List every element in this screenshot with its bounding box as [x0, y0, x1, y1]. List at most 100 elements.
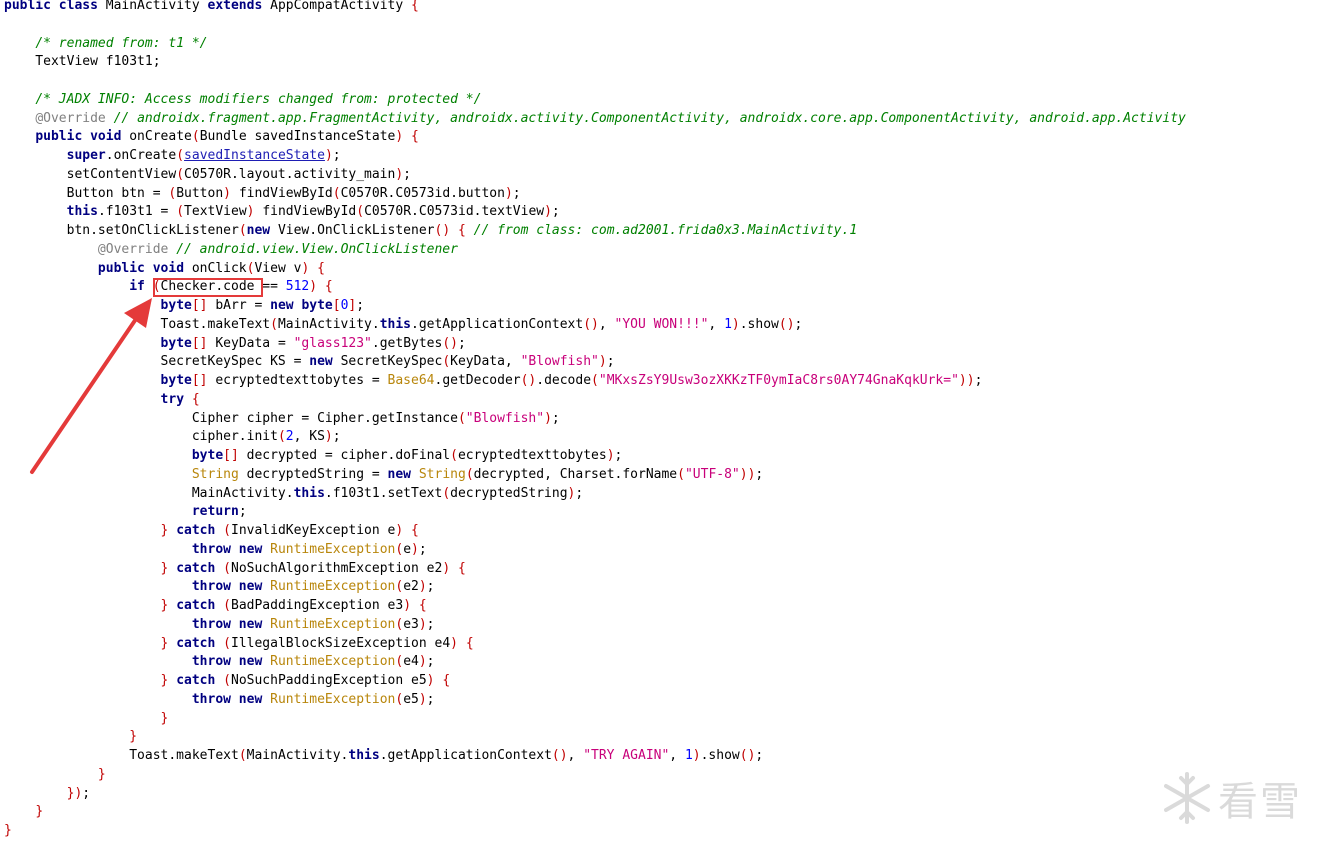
code-token: ) [450, 635, 458, 651]
code-token: ( [223, 673, 231, 688]
code-token: ; [614, 448, 623, 463]
code-token: View v [254, 260, 302, 276]
code-line: try { [4, 391, 1186, 410]
code-token: BadPaddingException e3 [231, 598, 404, 613]
code-token: { [457, 223, 466, 238]
code-token: RuntimeException [270, 616, 396, 632]
code-token: ; [606, 354, 615, 370]
code-token: ) [395, 166, 404, 182]
code-line: public class MainActivity extends AppCom… [4, 0, 1186, 16]
snowflake-icon [1164, 772, 1210, 824]
code-token: throw new [191, 579, 271, 595]
code-token: .getDecoder [434, 373, 521, 388]
code-token: ; [426, 691, 435, 707]
code-token: ( [442, 354, 451, 370]
code-token: @Override [35, 110, 114, 126]
code-token: ) [598, 354, 607, 370]
code-line: } catch (BadPaddingException e3) { [4, 597, 1186, 616]
code-token: "Blowfish" [520, 354, 599, 370]
code-token: ecryptedtexttobytes = [207, 373, 388, 388]
code-token: SecretKeySpec KS = [4, 354, 310, 370]
code-token: RuntimeException [270, 541, 396, 557]
code-token: try [160, 391, 192, 407]
code-token: return [191, 504, 239, 520]
code-token: ( [457, 410, 466, 426]
code-token: , [567, 748, 584, 763]
code-token: e3 [403, 616, 419, 632]
code-token: cipher.init [4, 429, 278, 445]
code-token: ) [403, 598, 412, 613]
code-token: ) [426, 673, 435, 688]
code-line: btn.setOnClickListener(new View.OnClickL… [4, 222, 1186, 241]
code-token: this [379, 316, 411, 332]
code-line: public void onCreate(Bundle savedInstanc… [4, 128, 1186, 147]
code-line: return; [4, 503, 1186, 522]
code-token: MainActivity [105, 0, 208, 13]
code-token: savedInstanceState [184, 148, 325, 163]
code-token: catch [176, 560, 224, 576]
code-line: Cipher cipher = Cipher.getInstance("Blow… [4, 410, 1186, 429]
code-token: ) [246, 204, 255, 220]
code-token: ; [356, 298, 365, 313]
code-token: RuntimeException [270, 691, 396, 707]
code-line: String decryptedString = new String(decr… [4, 466, 1186, 485]
code-line: } [4, 710, 1186, 729]
code-token: ; [551, 410, 560, 426]
code-token: catch [176, 598, 224, 613]
code-token: @Override [97, 241, 177, 257]
code-token: ) [418, 691, 427, 707]
code-token: } [97, 766, 106, 782]
code-token: RuntimeException [270, 654, 396, 670]
code-token: } [129, 729, 138, 745]
code-token: "YOU WON!!!" [614, 316, 709, 332]
code-token: ( [176, 204, 185, 220]
code-token: this [66, 204, 98, 220]
code-line: } [4, 822, 1186, 841]
code-token: "TRY AGAIN" [583, 748, 670, 763]
code-token: e5 [403, 691, 419, 707]
code-token: KeyData, [450, 354, 521, 370]
code-line: throw new RuntimeException(e2); [4, 578, 1186, 597]
highlight-box [153, 278, 263, 297]
code-token: 1 [724, 316, 732, 332]
code-token: , [708, 316, 725, 332]
code-token: catch [176, 673, 224, 688]
code-token: Button btn = [4, 185, 169, 201]
code-token: ( [223, 635, 231, 651]
code-token: Toast.makeText [4, 748, 239, 763]
code-token: onClick [191, 260, 247, 276]
code-token: ; [426, 616, 435, 632]
code-token: { [418, 598, 427, 613]
code-line: Toast.makeText(MainActivity.this.getAppl… [4, 747, 1186, 766]
code-token: C0570R.layout.activity_main [184, 166, 396, 182]
code-token: ) [692, 748, 701, 763]
code-token: ( [223, 523, 231, 538]
code-token: .decode [536, 373, 592, 388]
code-line: throw new RuntimeException(e); [4, 541, 1186, 560]
code-token: ) [309, 279, 318, 295]
code-token: MainActivity. [246, 748, 349, 763]
code-line: } [4, 728, 1186, 747]
code-token: "MKxsZsY9Usw3ozXKKzTF0ymIaC8rs0AY74GnaKq… [598, 373, 959, 388]
code-token: )) [958, 373, 975, 388]
code-token: [] [191, 373, 208, 388]
code-token: e2 [403, 579, 419, 595]
code-token: , [598, 316, 615, 332]
code-token: ) [418, 579, 427, 595]
code-token: ) [418, 654, 427, 670]
code-token: AppCompatActivity [270, 0, 412, 13]
code-token: .getBytes [371, 335, 443, 351]
code-token: SecretKeySpec [340, 354, 443, 370]
code-token: [] [223, 448, 239, 463]
